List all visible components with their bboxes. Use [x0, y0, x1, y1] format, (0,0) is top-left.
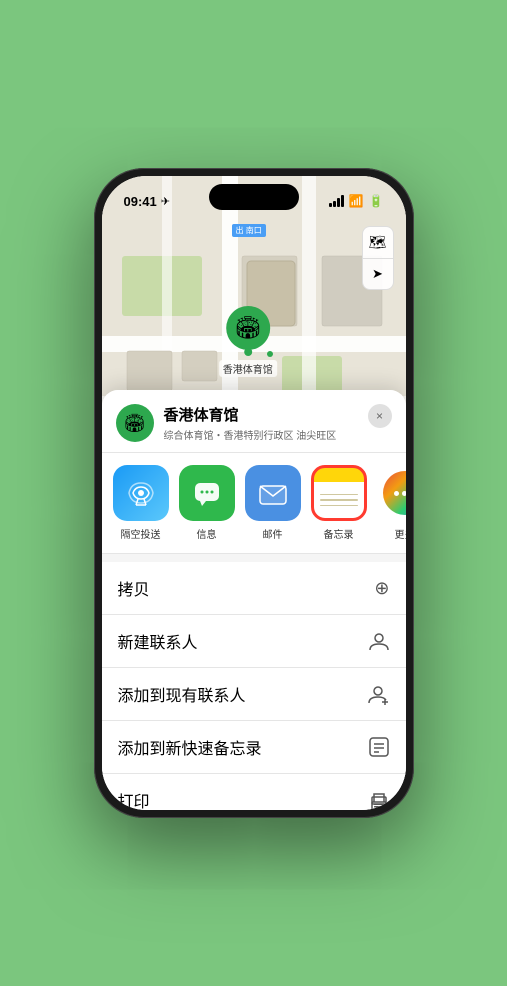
- battery-icon: 🔋: [369, 194, 384, 208]
- action-print-label: 打印: [118, 788, 150, 810]
- copy-icon: ⊕: [374, 578, 389, 599]
- notes-icon-wrap: [311, 465, 367, 521]
- venue-icon: 🏟: [116, 404, 154, 442]
- marker-label: 香港体育馆: [219, 360, 277, 377]
- phone-frame: 09:41 ✈ 📶 🔋: [94, 168, 414, 818]
- action-quick-note[interactable]: 添加到新快速备忘录: [102, 721, 406, 774]
- more-label: 更多: [395, 526, 406, 541]
- add-contact-icon: [368, 683, 390, 705]
- share-item-mail[interactable]: 邮件: [244, 465, 302, 541]
- share-row: 隔空投送 信息: [102, 453, 406, 554]
- map-exit-label: 出 南口: [232, 224, 266, 237]
- venue-header: 🏟 香港体育馆 综合体育馆・香港特别行政区 油尖旺区 ×: [102, 390, 406, 453]
- mail-label: 邮件: [263, 526, 283, 541]
- notes-lines: [320, 494, 358, 511]
- venue-name: 香港体育馆: [164, 404, 358, 425]
- messages-label: 信息: [197, 526, 217, 541]
- messages-icon: [192, 478, 222, 508]
- action-print[interactable]: 打印: [102, 774, 406, 810]
- action-add-existing-label: 添加到现有联系人: [118, 682, 246, 706]
- airdrop-icon-wrap: [113, 465, 169, 521]
- airdrop-icon: [127, 479, 155, 507]
- close-button[interactable]: ×: [368, 404, 392, 428]
- bottom-sheet: 🏟 香港体育馆 综合体育馆・香港特别行政区 油尖旺区 ×: [102, 390, 406, 810]
- share-item-notes[interactable]: 备忘录: [310, 465, 368, 541]
- share-item-more[interactable]: 更多: [376, 465, 406, 541]
- more-dots: [394, 491, 406, 496]
- notes-label: 备忘录: [324, 526, 354, 541]
- mail-icon: [258, 479, 288, 507]
- venue-description: 综合体育馆・香港特别行政区 油尖旺区: [164, 427, 358, 442]
- share-item-airdrop[interactable]: 隔空投送: [112, 465, 170, 541]
- action-copy-label: 拷贝: [118, 576, 150, 600]
- status-time: 09:41: [124, 194, 157, 209]
- location-button[interactable]: ➤: [362, 258, 394, 290]
- messages-icon-wrap: [179, 465, 235, 521]
- map-type-button[interactable]: 🗺: [362, 226, 394, 258]
- wifi-icon: 📶: [349, 194, 364, 208]
- location-icon: ✈: [161, 195, 170, 208]
- signal-bars: [329, 195, 344, 207]
- action-new-contact[interactable]: 新建联系人: [102, 615, 406, 668]
- print-icon: [368, 789, 390, 810]
- more-icon-wrap: [377, 465, 406, 521]
- mail-icon-wrap: [245, 465, 301, 521]
- action-add-existing[interactable]: 添加到现有联系人: [102, 668, 406, 721]
- more-icon: [383, 471, 406, 515]
- action-new-contact-label: 新建联系人: [118, 629, 198, 653]
- marker-stadium-icon: 🏟: [234, 315, 262, 341]
- stadium-marker: 🏟 香港体育馆: [219, 306, 277, 377]
- marker-pin: 🏟: [226, 306, 270, 350]
- action-copy[interactable]: 拷贝 ⊕: [102, 562, 406, 615]
- map-controls[interactable]: 🗺 ➤: [362, 226, 394, 290]
- quick-note-icon: [368, 736, 390, 758]
- status-icons: 📶 🔋: [329, 194, 384, 208]
- exit-prefix: 出: [236, 226, 244, 235]
- action-list: 拷贝 ⊕ 新建联系人 添加到现有联系人: [102, 562, 406, 810]
- share-item-messages[interactable]: 信息: [178, 465, 236, 541]
- dynamic-island: [209, 184, 299, 210]
- venue-info: 香港体育馆 综合体育馆・香港特别行政区 油尖旺区: [164, 404, 358, 442]
- venue-icon-symbol: 🏟: [123, 413, 146, 434]
- phone-screen: 09:41 ✈ 📶 🔋: [102, 176, 406, 810]
- new-contact-icon: [368, 630, 390, 652]
- action-quick-note-label: 添加到新快速备忘录: [118, 735, 262, 759]
- airdrop-label: 隔空投送: [121, 526, 161, 541]
